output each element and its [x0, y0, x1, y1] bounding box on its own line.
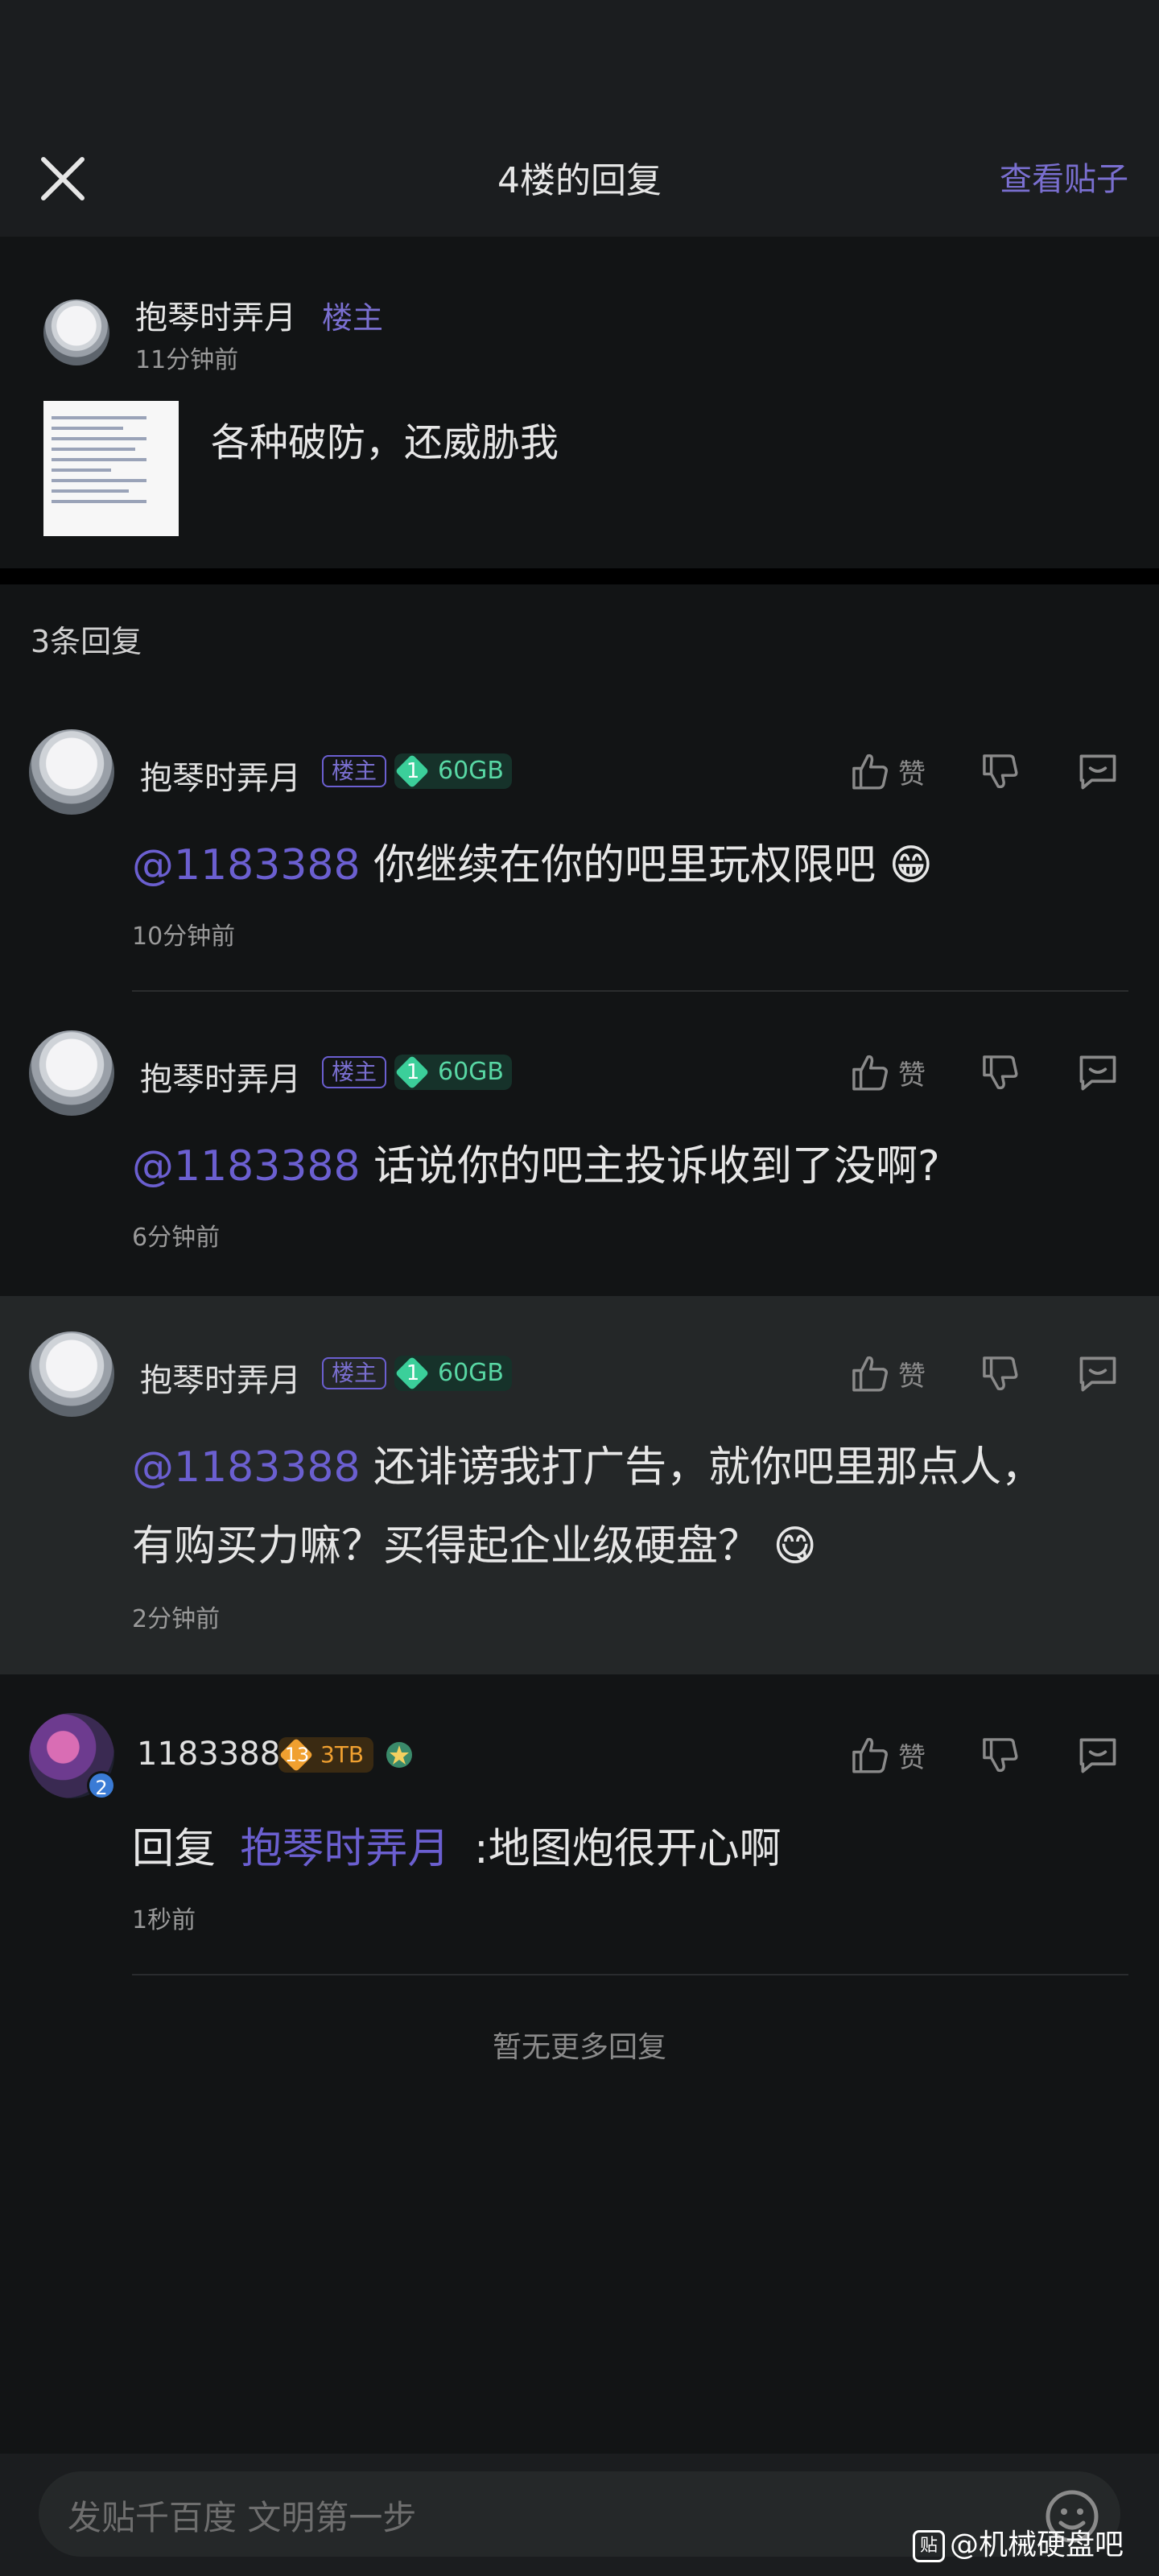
view-post-link[interactable]: 查看贴子	[1000, 153, 1128, 200]
comment-text: @1183388 话说你的吧主投诉收到了没啊?	[132, 1127, 940, 1206]
comment-text: @1183388 你继续在你的吧里玩权限吧 😁	[132, 826, 933, 905]
post-time: 11分钟前	[135, 346, 239, 374]
post-author-name[interactable]: 抱琴时弄月	[135, 291, 296, 338]
storage-level: 60GB	[438, 1359, 505, 1387]
level-badge: 1 60GB	[394, 753, 512, 789]
like-label[interactable]: 赞	[898, 1053, 926, 1092]
post-author-tag: 楼主	[322, 300, 384, 336]
author-tag-badge: 楼主	[322, 1056, 387, 1088]
level-badge: 1 60GB	[394, 1055, 512, 1090]
comment-icon[interactable]	[1075, 747, 1120, 795]
level-badge: 13 3TB	[278, 1737, 373, 1773]
avatar-level-badge: 2	[87, 1771, 116, 1800]
comment-text: @1183388 还诽谤我打广告，就你吧里那点人，	[132, 1428, 1043, 1507]
divider	[132, 1974, 1128, 1975]
author-tag-badge: 楼主	[322, 755, 387, 787]
avatar[interactable]	[29, 729, 114, 815]
comment-icon[interactable]	[1075, 1349, 1120, 1397]
medal-icon	[386, 1742, 412, 1768]
level-number: 1	[406, 759, 420, 783]
section-divider	[0, 568, 1159, 584]
avatar[interactable]	[29, 1331, 114, 1417]
thumbs-down-icon[interactable]	[979, 1048, 1021, 1096]
page-title: 4楼的回复	[497, 160, 662, 201]
thumbs-up-icon[interactable]	[848, 1349, 890, 1397]
comment-author-name[interactable]: 抱琴时弄月	[140, 1354, 301, 1401]
thumbs-down-icon[interactable]	[979, 1349, 1021, 1397]
comment-body: :地图炮很开心啊	[474, 1825, 782, 1873]
comment-author-name[interactable]: 抱琴时弄月	[140, 1053, 301, 1100]
thumbs-up-icon[interactable]	[848, 747, 890, 795]
thumbs-up-icon[interactable]	[848, 1048, 890, 1096]
avatar[interactable]: 2	[29, 1713, 116, 1800]
comment-author-name[interactable]: 抱琴时弄月	[140, 752, 301, 799]
comment-body: 你继续在你的吧里玩权限吧 😁	[373, 841, 933, 890]
level-number: 13	[284, 1744, 310, 1766]
thumbs-down-icon[interactable]	[979, 747, 1021, 795]
comment-time: 1秒前	[132, 1906, 196, 1934]
storage-level: 60GB	[438, 1058, 505, 1086]
comment-icon[interactable]	[1075, 1048, 1120, 1096]
level-number: 1	[406, 1361, 420, 1385]
comment-text-line2: 有购买力嘛？买得起企业级硬盘？ 😋	[132, 1522, 817, 1571]
avatar[interactable]	[43, 299, 109, 365]
author-tag-badge: 楼主	[322, 1357, 387, 1389]
post-text: 各种破防，还威胁我	[211, 420, 559, 465]
watermark: 贴 @机械硬盘吧	[913, 2521, 1124, 2563]
mention-link[interactable]: @1183388	[132, 841, 361, 890]
comment-body: 话说你的吧主投诉收到了没啊?	[373, 1142, 940, 1191]
comment-time: 10分钟前	[132, 923, 236, 951]
status-bar	[0, 0, 1159, 129]
comment-body-line1: 还诽谤我打广告，就你吧里那点人，	[373, 1443, 1044, 1492]
divider	[132, 990, 1128, 992]
comment-time: 6分钟前	[132, 1224, 221, 1252]
like-label[interactable]: 赞	[898, 752, 926, 791]
thumbs-down-icon[interactable]	[979, 1731, 1021, 1779]
level-number: 1	[406, 1060, 420, 1084]
mention-link[interactable]: @1183388	[132, 1443, 361, 1492]
no-more-replies: 暂无更多回复	[492, 2031, 666, 2064]
reply-input-placeholder[interactable]: 发贴千百度 文明第一步	[68, 2491, 416, 2540]
reply-count: 3条回复	[31, 624, 142, 659]
storage-level: 60GB	[438, 757, 505, 785]
level-badge: 1 60GB	[394, 1356, 512, 1391]
reply-target-link[interactable]: 抱琴时弄月	[241, 1825, 450, 1873]
comment-time: 2分钟前	[132, 1605, 221, 1633]
comment-author-name[interactable]: 1183388	[137, 1736, 280, 1773]
mention-link[interactable]: @1183388	[132, 1142, 361, 1191]
storage-level: 3TB	[320, 1741, 365, 1768]
comment-text: 回复 抱琴时弄月 :地图炮很开心啊	[132, 1810, 782, 1889]
thumbs-up-icon[interactable]	[848, 1731, 890, 1779]
like-label[interactable]: 赞	[898, 1736, 926, 1775]
tieba-icon: 贴	[913, 2530, 945, 2562]
reply-prefix: 回复	[132, 1825, 217, 1873]
like-label[interactable]: 赞	[898, 1354, 926, 1393]
avatar[interactable]	[29, 1030, 114, 1116]
watermark-text: @机械硬盘吧	[950, 2529, 1124, 2562]
comment-icon[interactable]	[1075, 1731, 1120, 1779]
post-image-thumbnail[interactable]	[43, 401, 179, 536]
